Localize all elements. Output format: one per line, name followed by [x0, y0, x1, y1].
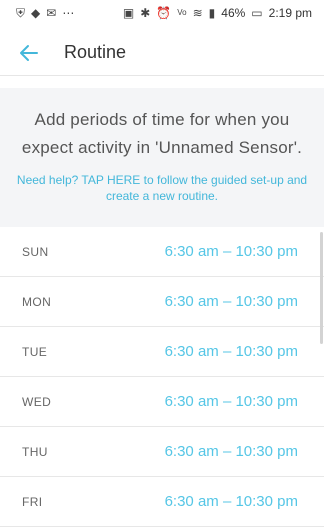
scrollbar[interactable] — [320, 232, 323, 344]
schedule-row-tue[interactable]: TUE 6:30 am – 10:30 pm — [0, 327, 324, 377]
status-bar: ⛨ ◆ ✉ ⋯ ▣ ✱ ⏰ Vo ≋ ▮ 46% ▭ 2:19 pm — [0, 0, 324, 26]
signal-icon: ▮ — [208, 6, 216, 20]
status-left: ⛨ ◆ ✉ ⋯ — [16, 7, 74, 19]
clock: 2:19 pm — [268, 6, 312, 20]
day-label: MON — [22, 294, 52, 309]
battery-percent: 46% — [221, 6, 246, 20]
status-right: ▣ ✱ ⏰ Vo ≋ ▮ 46% ▭ 2:19 pm — [123, 6, 312, 20]
schedule-row-sun[interactable]: SUN 6:30 am – 10:30 pm — [0, 227, 324, 277]
intro-text: Add periods of time for when you expect … — [21, 110, 303, 157]
alarm-icon: ⏰ — [156, 6, 172, 20]
page-title: Routine — [64, 42, 127, 62]
app-bar: Routine — [0, 30, 324, 76]
day-label: TUE — [22, 344, 48, 359]
schedule-list: SUN 6:30 am – 10:30 pm MON 6:30 am – 10:… — [0, 227, 324, 527]
time-range: 6:30 am – 10:30 pm — [164, 343, 298, 360]
battery-icon: ▭ — [251, 6, 263, 20]
back-button[interactable] — [12, 36, 46, 70]
schedule-row-fri[interactable]: FRI 6:30 am – 10:30 pm — [0, 477, 324, 527]
time-range: 6:30 am – 10:30 pm — [164, 243, 298, 260]
day-label: THU — [22, 444, 48, 459]
more-icon: ⋯ — [62, 6, 75, 20]
time-range: 6:30 am – 10:30 pm — [164, 493, 298, 510]
time-range: 6:30 am – 10:30 pm — [164, 443, 298, 460]
day-label: SUN — [22, 244, 49, 259]
schedule-row-mon[interactable]: MON 6:30 am – 10:30 pm — [0, 277, 324, 327]
schedule-row-thu[interactable]: THU 6:30 am – 10:30 pm — [0, 427, 324, 477]
nfc-icon: ▣ — [122, 6, 135, 20]
day-label: FRI — [22, 494, 43, 509]
day-label: WED — [22, 394, 52, 409]
game-icon: ◆ — [31, 6, 41, 20]
mail-icon: ✉ — [46, 6, 57, 20]
help-link[interactable]: Need help? TAP HERE to follow the guided… — [12, 172, 312, 204]
bluetooth-icon: ✱ — [140, 6, 151, 20]
time-range: 6:30 am – 10:30 pm — [164, 293, 298, 310]
wifi-icon: ≋ — [192, 6, 203, 20]
intro-panel: Add periods of time for when you expect … — [0, 88, 324, 227]
back-arrow-icon — [20, 44, 38, 61]
schedule-row-wed[interactable]: WED 6:30 am – 10:30 pm — [0, 377, 324, 427]
volte-icon: Vo — [177, 8, 187, 17]
shield-icon: ⛨ — [16, 6, 26, 20]
time-range: 6:30 am – 10:30 pm — [164, 393, 298, 410]
